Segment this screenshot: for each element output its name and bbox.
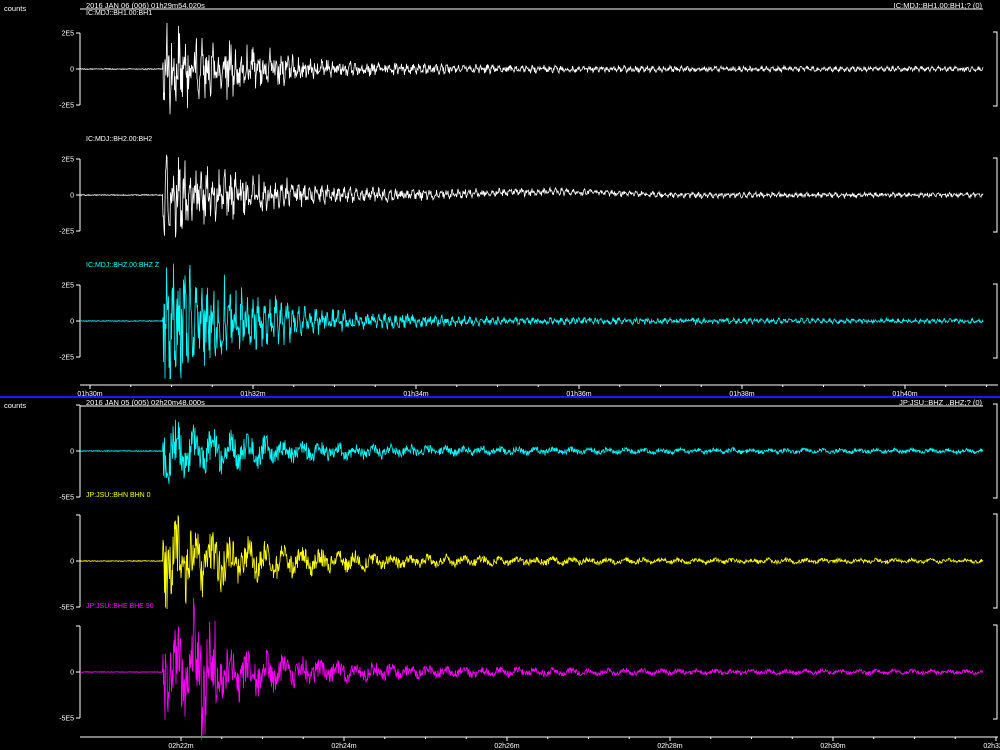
x-tick-label: 02h30m — [820, 743, 845, 750]
panel-2-header-time: 2016 JAN 05 (005) 02h20m48.000s — [86, 398, 205, 407]
panel-1-units-label: counts — [4, 4, 27, 13]
x-tick-label: 02h32m — [983, 743, 1000, 750]
y-tick-label: 0 — [70, 319, 74, 326]
x-tick-label: 02h24m — [331, 743, 356, 750]
trace-label: IC:MDJ::BHZ.00:BHZ Z — [86, 262, 160, 269]
y-tick-label: -2E5 — [59, 103, 74, 110]
waveform-trace — [79, 154, 984, 238]
trace-scale-bracket — [993, 624, 998, 720]
trace-label: IC:MDJ::BH1.00:BH1 — [86, 10, 152, 17]
y-tick-label: -5E5 — [59, 495, 74, 502]
trace-label: JP:JSU::BHE BHE 90 — [86, 603, 154, 610]
waveform-trace — [79, 515, 984, 610]
x-tick-label: 02h28m — [657, 743, 682, 750]
waveform-trace — [79, 419, 984, 484]
y-tick-label: 0 — [70, 670, 74, 677]
seismogram-panel-2[interactable]: 02h22m 02h24m 02h26m 02h28m 02h30m 02h32m JP:J… — [0, 398, 1000, 750]
trace-scale-bracket — [993, 513, 998, 609]
y-tick-label: -5E5 — [59, 605, 74, 612]
panel-2-header-channel: JP:JSU::BHZ ..BHZ;? (0) — [899, 398, 982, 407]
y-tick-label: -2E5 — [59, 355, 74, 362]
y-tick-label: 2E5 — [62, 283, 75, 290]
trace-scale-bracket — [993, 283, 998, 359]
y-tick-label: 2E5 — [62, 157, 75, 164]
panel-1-header-time: 2016 JAN 06 (006) 01h29m54.020s — [86, 1, 205, 10]
trace-scale-bracket — [993, 157, 998, 233]
y-tick-label: -5E5 — [59, 716, 74, 723]
waveform-trace — [79, 22, 984, 115]
trace-label: IC:MDJ::BH2.00:BH2 — [86, 136, 152, 143]
y-tick-label: 2E5 — [62, 31, 75, 38]
y-tick-label: -2E5 — [59, 229, 74, 236]
panel-1-header-channel: IC:MDJ::BH1.00:BH1;? (0) — [893, 1, 982, 10]
x-tick-label: 02h26m — [494, 743, 519, 750]
panel-2-units-label: counts — [4, 401, 27, 410]
y-tick-label: 0 — [70, 559, 74, 566]
y-tick-label: 0 — [70, 67, 74, 74]
waveform-trace — [79, 263, 984, 380]
trace-scale-bracket — [993, 31, 998, 107]
y-tick-label: 0 — [70, 449, 74, 456]
y-tick-label: 0 — [70, 193, 74, 200]
trace-label: JP:JSU::BHN BHN 0 — [86, 492, 151, 499]
waveform-trace — [79, 598, 984, 740]
x-tick-label: 02h22m — [168, 743, 193, 750]
seismogram-panel-1[interactable]: 01h30m 01h32m 01h34m 01h36m 01h38m 01h40m IC:M… — [0, 0, 1000, 396]
panel-2-plot: 02h22m 02h24m 02h26m 02h28m 02h30m 02h32m JP:J… — [59, 403, 1000, 750]
trace-scale-bracket — [993, 403, 998, 499]
panel-1-plot: 01h30m 01h32m 01h34m 01h36m 01h38m 01h40mIC:M… — [59, 8, 998, 396]
